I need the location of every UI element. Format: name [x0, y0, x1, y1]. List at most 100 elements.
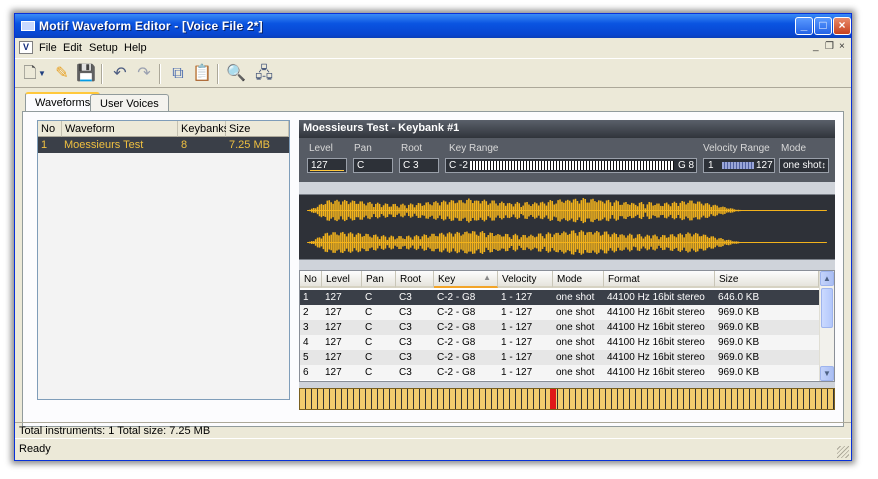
- waveform-sample: [508, 237, 511, 248]
- waveform-sample: [675, 237, 678, 248]
- dropdown-arrow-icon[interactable]: ▼: [37, 63, 47, 85]
- table-row[interactable]: 2 127 C C3 C-2 - G8 1 - 127 one shot 44100 Hz 1…: [300, 305, 819, 320]
- device-icon[interactable]: 🖧: [253, 63, 275, 85]
- col-header-velocity[interactable]: Velocity: [498, 271, 553, 288]
- scroll-down-icon[interactable]: ▼: [820, 366, 834, 381]
- waveform-sample: [343, 233, 346, 252]
- waveform-sample: [660, 237, 662, 248]
- table-row[interactable]: 6 127 C C3 C-2 - G8 1 - 127 one shot 44100 Hz 1…: [300, 365, 819, 380]
- col-header-pan[interactable]: Pan: [362, 271, 396, 288]
- resize-grip-icon[interactable]: [837, 446, 849, 458]
- table-row[interactable]: 3 127 C C3 C-2 - G8 1 - 127 one shot 44100 Hz 1…: [300, 320, 819, 335]
- waveform-sample: [520, 237, 523, 248]
- waveform-sample: [563, 202, 565, 219]
- cell-size: 969.0 KB: [718, 367, 760, 378]
- waveform-sample: [650, 238, 652, 247]
- cell-format: 44100 Hz 16bit stereo: [607, 337, 705, 348]
- table-row[interactable]: 5 127 C C3 C-2 - G8 1 - 127 one shot 44100 Hz 1…: [300, 350, 819, 365]
- waveform-sample: [576, 201, 579, 221]
- waveform-sample: [415, 235, 418, 251]
- mdi-minimize-icon[interactable]: _: [813, 41, 819, 52]
- col-header-size[interactable]: Size: [715, 271, 819, 288]
- col-header-no[interactable]: No: [38, 121, 62, 137]
- table-row[interactable]: 1 127 C C3 C-2 - G8 1 - 127 one shot 44100 Hz 1…: [300, 290, 819, 305]
- col-header-keybanks[interactable]: Keybanks: [178, 121, 229, 137]
- col-header-waveform[interactable]: Waveform: [62, 121, 178, 137]
- close-button[interactable]: ×: [833, 17, 851, 35]
- waveform-sample: [351, 233, 354, 252]
- waveform-sample: [570, 202, 573, 219]
- minimize-button[interactable]: _: [795, 17, 813, 35]
- keyboard-map[interactable]: [299, 388, 835, 410]
- spinner-icon[interactable]: ↕: [822, 160, 827, 170]
- cell-level: 127: [325, 292, 342, 303]
- key-range-keyboard[interactable]: [470, 161, 674, 170]
- undo-icon[interactable]: ↶: [109, 63, 131, 85]
- cell-root: C3: [399, 352, 412, 363]
- waveform-sample: [559, 199, 561, 222]
- waveform-sample: [402, 238, 404, 247]
- waveform-sample: [683, 237, 685, 248]
- velocity-range-slider[interactable]: 1 127: [703, 158, 775, 173]
- mdi-close-icon[interactable]: ×: [839, 41, 845, 52]
- waveform-sample: [658, 239, 660, 246]
- waveform-sample: [677, 234, 680, 251]
- table-row[interactable]: 4 127 C C3 C-2 - G8 1 - 127 one shot 44100 Hz 1…: [300, 335, 819, 350]
- waveform-sample: [549, 233, 552, 252]
- waveform-sample: [355, 234, 358, 251]
- waveform-sample: [320, 238, 323, 247]
- col-header-no[interactable]: No: [300, 271, 322, 288]
- cell-key: C-2 - G8: [437, 307, 476, 318]
- waveform-sample: [667, 204, 670, 217]
- level-field[interactable]: 127: [307, 158, 347, 173]
- mode-select[interactable]: one shot ↕: [779, 158, 829, 173]
- col-header-root[interactable]: Root: [396, 271, 434, 288]
- waveform-sample: [347, 204, 350, 217]
- key-range-slider[interactable]: C -2 G 8: [445, 158, 697, 173]
- waveform-sample: [625, 201, 627, 220]
- col-header-size[interactable]: Size: [226, 121, 289, 137]
- menu-setup[interactable]: Setup: [89, 42, 118, 54]
- col-header-mode[interactable]: Mode: [553, 271, 604, 288]
- waveform-sample: [309, 209, 311, 212]
- redo-icon[interactable]: ↷: [133, 63, 155, 85]
- mdi-restore-icon[interactable]: ❐: [825, 41, 834, 52]
- scroll-up-icon[interactable]: ▲: [820, 271, 834, 286]
- col-header-level[interactable]: Level: [322, 271, 362, 288]
- open-icon[interactable]: ✎: [51, 63, 73, 85]
- waveform-sample: [419, 203, 422, 218]
- velocity-bar[interactable]: [722, 162, 754, 169]
- waveform-sample: [458, 232, 460, 253]
- maximize-button[interactable]: □: [814, 17, 832, 35]
- col-header-format[interactable]: Format: [604, 271, 715, 288]
- waveform-sample: [514, 233, 517, 252]
- waveform-sample: [407, 235, 410, 250]
- col-header-key[interactable]: Key ▲: [434, 271, 498, 288]
- menu-file[interactable]: File: [39, 42, 57, 54]
- menu-edit[interactable]: Edit: [63, 42, 82, 54]
- vertical-scrollbar[interactable]: ▲ ▼: [819, 271, 834, 381]
- waveform-sample: [598, 232, 600, 253]
- waveform-sample: [464, 231, 466, 254]
- waveform-sample: [407, 204, 410, 217]
- list-item[interactable]: 1 Moessieurs Test 8 7.25 MB: [38, 137, 289, 153]
- title-bar[interactable]: Motif Waveform Editor - [Voice File 2*] …: [15, 14, 851, 38]
- copy-icon[interactable]: ⧉: [167, 63, 189, 85]
- waveform-sample: [446, 233, 449, 252]
- menu-help[interactable]: Help: [124, 42, 147, 54]
- pan-field[interactable]: C: [353, 158, 393, 173]
- root-field[interactable]: C 3: [399, 158, 439, 173]
- document-icon[interactable]: V: [19, 41, 33, 54]
- tab-user-voices[interactable]: User Voices: [90, 94, 169, 112]
- waveform-sample: [314, 208, 317, 213]
- paste-icon[interactable]: 📋: [191, 63, 213, 85]
- waveform-sample: [729, 240, 732, 245]
- search-icon[interactable]: 🔍: [225, 63, 247, 85]
- waveform-sample: [398, 207, 400, 214]
- waveform-sample: [634, 237, 637, 248]
- scroll-thumb[interactable]: [821, 288, 833, 328]
- save-icon[interactable]: 💾: [75, 63, 97, 85]
- waveform-display[interactable]: [299, 194, 835, 260]
- waveform-sample: [663, 235, 666, 250]
- tab-waveforms[interactable]: Waveforms: [25, 92, 101, 112]
